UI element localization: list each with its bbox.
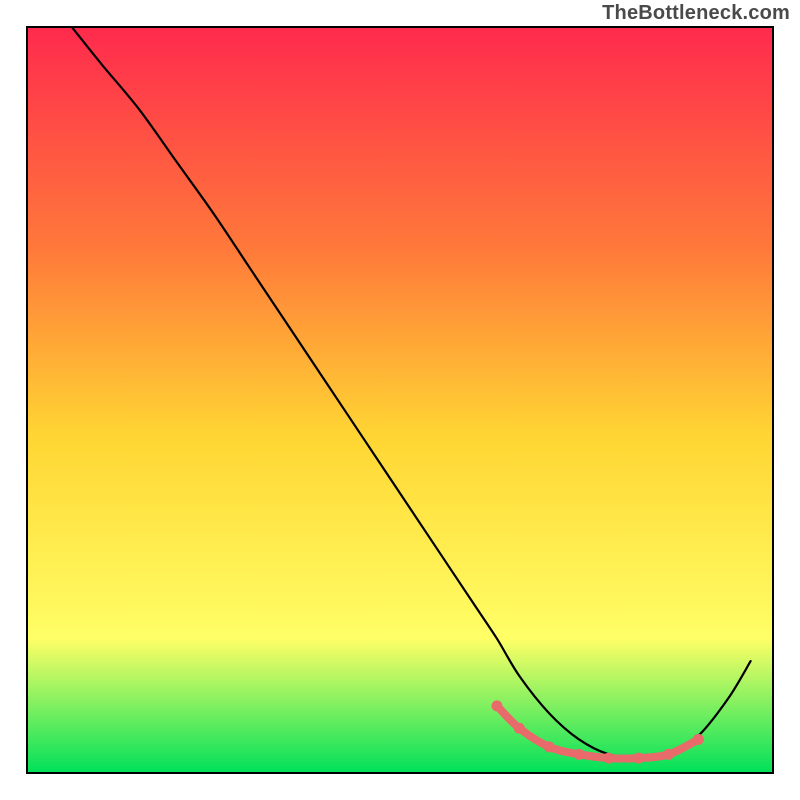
red-highlight-dot	[663, 749, 674, 760]
red-highlight-dot	[693, 734, 704, 745]
red-highlight-dot	[603, 753, 614, 764]
chart-wrapper: TheBottleneck.com	[0, 0, 800, 800]
plot-background	[27, 27, 773, 773]
red-highlight-dot	[633, 753, 644, 764]
red-highlight-dot	[514, 723, 525, 734]
red-highlight-dot	[491, 700, 502, 711]
watermark-text: TheBottleneck.com	[602, 2, 790, 25]
red-highlight-dot	[544, 741, 555, 752]
red-highlight-dot	[574, 749, 585, 760]
chart-svg	[0, 0, 800, 800]
